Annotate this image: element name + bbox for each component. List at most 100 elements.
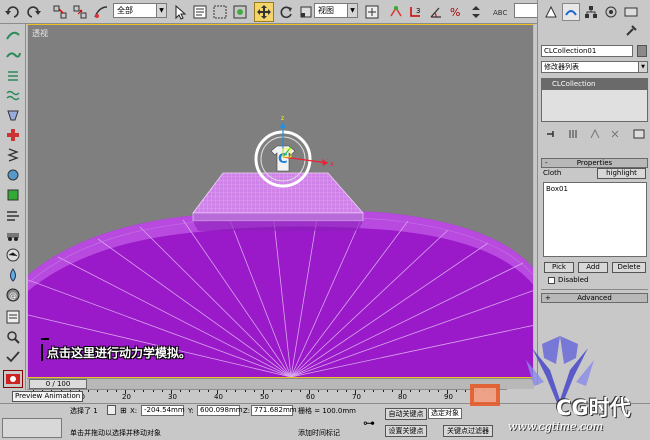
z-coordinate-field[interactable]: 771.682mm (251, 405, 297, 416)
create-tab-icon[interactable] (542, 3, 560, 21)
hierarchy-tab-icon[interactable] (582, 3, 600, 21)
remove-modifier-icon[interactable] (609, 128, 621, 140)
fracture-icon[interactable] (3, 246, 23, 264)
select-and-rotate-icon[interactable] (276, 2, 296, 22)
dashpot-icon[interactable] (3, 166, 23, 184)
time-slider-knob[interactable]: 0 / 100 (29, 379, 87, 389)
redo-icon[interactable] (24, 2, 44, 22)
wind-icon[interactable] (3, 206, 23, 224)
named-selection-sets-icon[interactable]: ABC (490, 2, 510, 22)
advanced-rollout-header[interactable]: + Advanced (541, 293, 648, 303)
absolute-mode-icon[interactable]: ⊞ (120, 406, 127, 416)
modifier-stack[interactable]: CLCollection (541, 78, 648, 122)
maxscript-listener[interactable] (2, 418, 62, 438)
preview-animation-icon[interactable] (3, 370, 23, 388)
track-tick (281, 390, 283, 392)
cloth-box[interactable] (192, 172, 364, 231)
x-label: X: (130, 407, 138, 415)
key-filters-button[interactable]: 关键点过滤器 (443, 425, 493, 437)
link-icon[interactable] (50, 2, 70, 22)
pivot-center-icon[interactable] (362, 2, 382, 22)
add-time-tag[interactable]: 添加时间标记 (298, 428, 340, 438)
x-coordinate-field[interactable]: -204.54mm (141, 405, 185, 416)
cloth-object-list[interactable]: Box01 (543, 182, 647, 257)
disabled-checkbox[interactable] (548, 276, 555, 284)
unlink-icon[interactable] (70, 2, 90, 22)
lock-selection-icon[interactable] (107, 405, 116, 415)
object-name-field[interactable]: CLCollection01 (541, 45, 633, 57)
undo-icon[interactable] (2, 2, 22, 22)
softbody-collection-icon[interactable] (3, 66, 23, 84)
rollout-divider (541, 289, 648, 290)
auto-key-button[interactable]: 自动关键点 (385, 408, 427, 420)
water-icon[interactable] (3, 266, 23, 284)
toy-car-icon[interactable] (3, 226, 23, 244)
set-key-button[interactable]: 设置关键点 (385, 425, 427, 437)
selection-filter-dropdown[interactable]: 全部 ▼ (113, 3, 167, 18)
select-and-move-icon[interactable] (254, 2, 274, 22)
select-and-manipulate-icon[interactable] (386, 2, 406, 22)
track-tick-label: 20 (122, 393, 131, 401)
selected-object-dropdown[interactable]: 选定对象 (428, 408, 462, 419)
pick-button[interactable]: Pick (544, 262, 574, 273)
snaps-toggle-icon[interactable]: 3 (406, 2, 426, 22)
reference-coord-dropdown[interactable]: 视图 ▼ (314, 3, 358, 18)
delete-button[interactable]: Delete (612, 262, 646, 273)
select-object-icon[interactable] (170, 2, 190, 22)
object-color-swatch[interactable] (637, 45, 647, 57)
configure-sets-icon[interactable] (633, 128, 645, 140)
svg-text:z: z (281, 115, 284, 122)
cloth-collection-icon[interactable] (3, 46, 23, 64)
check-concave-icon[interactable] (3, 348, 23, 366)
time-slider[interactable]: 0 / 100 (27, 378, 534, 389)
track-tick (235, 390, 237, 392)
track-tick (419, 390, 421, 392)
highlight-button[interactable]: highlight (597, 168, 646, 179)
properties-rollout-header[interactable]: - Properties (541, 158, 648, 168)
add-button[interactable]: Add (578, 262, 608, 273)
rect-selection-region-icon[interactable] (210, 2, 230, 22)
spring-icon[interactable] (3, 146, 23, 164)
modifier-list-dropdown[interactable]: 修改器列表 ▼ (541, 61, 648, 73)
perspective-viewport[interactable]: 透视 C x z 点击这里进行动力学模拟。 (27, 24, 534, 378)
angle-snap-icon[interactable] (426, 2, 446, 22)
list-item[interactable]: Box01 (546, 185, 644, 193)
stack-item-clcollection[interactable]: CLCollection (542, 79, 647, 90)
track-tick (336, 390, 338, 392)
key-mode-icon[interactable]: ⊶ (363, 417, 375, 429)
y-coordinate-field[interactable]: 600.098mm (197, 405, 243, 416)
disabled-checkbox-row[interactable]: Disabled (548, 276, 588, 284)
bind-spacewarp-icon[interactable] (91, 2, 111, 22)
property-inspector-icon[interactable] (3, 328, 23, 346)
svg-text:3: 3 (416, 7, 420, 15)
show-end-result-icon[interactable] (567, 128, 579, 140)
track-tick (465, 390, 467, 392)
track-tick (226, 390, 228, 392)
motion-tab-icon[interactable] (602, 3, 620, 21)
plane-icon[interactable] (3, 126, 23, 144)
analyze-world-icon[interactable] (3, 308, 23, 326)
modify-tab-icon[interactable] (562, 3, 580, 21)
track-tick (345, 390, 347, 392)
spinner-snap-icon[interactable] (466, 2, 486, 22)
window-crossing-icon[interactable] (230, 2, 250, 22)
deforming-mesh-icon[interactable] (3, 106, 23, 124)
select-by-name-icon[interactable] (190, 2, 210, 22)
display-tab-icon[interactable] (622, 3, 640, 21)
track-tick (253, 390, 255, 392)
utilities-tab-icon[interactable] (622, 22, 640, 40)
motor-icon[interactable] (3, 186, 23, 204)
chevron-down-icon: ▼ (638, 62, 647, 72)
track-bar[interactable]: 0102030405060708090 (27, 389, 507, 403)
rigid-body-icon[interactable] (3, 26, 23, 44)
track-tick (299, 390, 301, 392)
constraint-solver-icon[interactable]: @ (3, 286, 23, 304)
make-unique-icon[interactable] (589, 128, 601, 140)
select-and-scale-icon[interactable] (296, 2, 316, 22)
pin-stack-icon[interactable] (545, 128, 557, 140)
track-tick (143, 390, 145, 392)
rope-collection-icon[interactable] (3, 86, 23, 104)
status-bar: 选择了 1 ⊞ X: -204.54mm Y: 600.098mm Z: 771… (0, 403, 650, 440)
percent-snap-icon[interactable]: % (446, 2, 466, 22)
track-tick (391, 390, 393, 392)
